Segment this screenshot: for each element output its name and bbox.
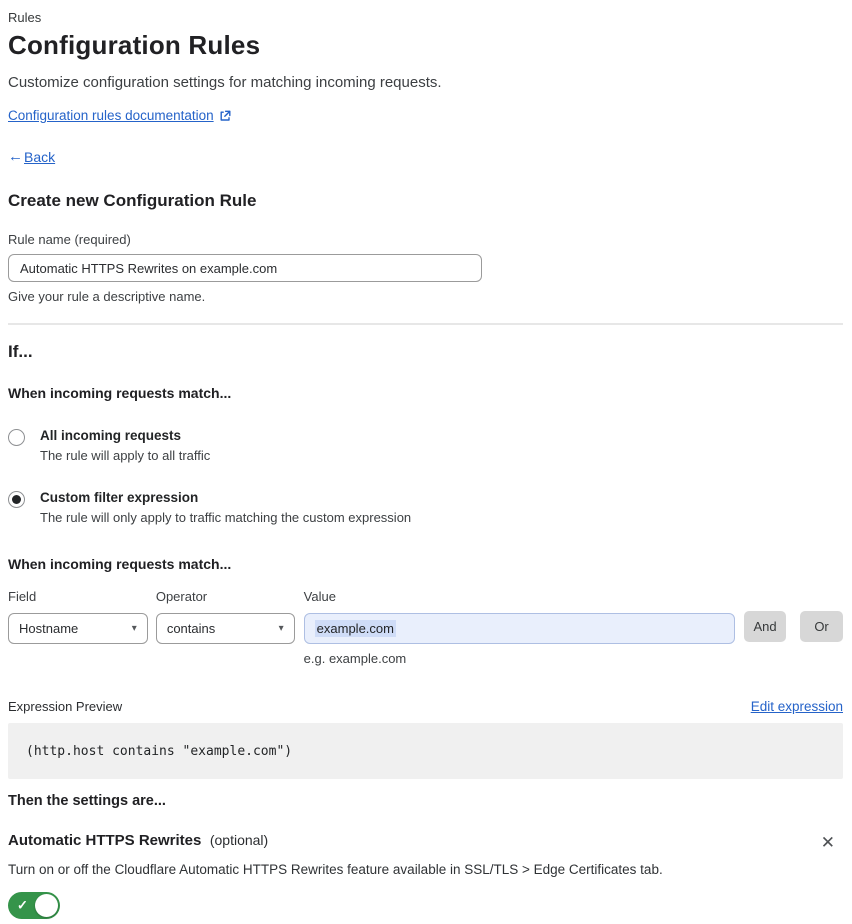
field-select-value: Hostname: [19, 621, 79, 636]
documentation-link[interactable]: Configuration rules documentation: [8, 108, 231, 123]
and-button[interactable]: And: [744, 611, 787, 642]
documentation-link-label: Configuration rules documentation: [8, 108, 214, 123]
close-icon[interactable]: ✕: [817, 832, 839, 853]
value-input-text: example.com: [314, 620, 396, 637]
setting-header: Automatic HTTPS Rewrites (optional) ✕: [8, 832, 843, 853]
radio-option-all-incoming-requests[interactable]: All incoming requests The rule will appl…: [8, 428, 843, 463]
radio-button-icon[interactable]: [8, 491, 25, 508]
operator-label: Operator: [155, 589, 208, 604]
chevron-down-icon: ▾: [278, 623, 284, 634]
field-select[interactable]: Hostname ▾: [8, 613, 148, 644]
value-helper: e.g. example.com: [303, 651, 407, 666]
radio-option-description: The rule will only apply to traffic matc…: [40, 510, 412, 525]
setting-name: Automatic HTTPS Rewrites: [8, 832, 202, 849]
expression-preview-label: Expression Preview: [8, 699, 123, 714]
check-icon: ✓: [17, 897, 28, 913]
radio-option-custom-filter-expression[interactable]: Custom filter expression The rule will o…: [8, 490, 843, 525]
external-link-icon: [220, 110, 231, 121]
section-divider: [8, 323, 843, 325]
field-label: Field: [8, 589, 37, 604]
radio-option-description: The rule will apply to all traffic: [40, 448, 211, 463]
edit-expression-link[interactable]: Edit expression: [751, 699, 843, 714]
expression-code: (http.host contains "example.com"): [26, 743, 293, 759]
setting-description: Turn on or off the Cloudflare Automatic …: [8, 862, 663, 877]
back-arrow-icon: ←: [8, 148, 23, 165]
chevron-down-icon: ▾: [131, 623, 137, 634]
create-rule-heading: Create new Configuration Rule: [8, 191, 257, 210]
setting-optional-label: (optional): [209, 832, 269, 848]
then-settings-heading: Then the settings are...: [8, 793, 166, 809]
expression-builder-row: Field Hostname ▾ Operator contains ▾ Val…: [8, 589, 844, 666]
operator-select[interactable]: contains ▾: [155, 613, 295, 644]
back-link-label: Back: [24, 148, 56, 165]
value-label: Value: [303, 589, 336, 604]
value-input[interactable]: example.com: [303, 613, 736, 644]
radio-button-icon[interactable]: [8, 429, 25, 446]
page-title: Configuration Rules: [8, 30, 261, 60]
radio-option-label: Custom filter expression: [40, 490, 199, 505]
configuration-rules-page: Rules Configuration Rules Customize conf…: [0, 0, 852, 924]
incoming-requests-heading: When incoming requests match...: [8, 385, 232, 401]
page-description: Customize configuration settings for mat…: [8, 74, 442, 91]
rule-name-helper: Give your rule a descriptive name.: [8, 289, 206, 304]
or-button[interactable]: Or: [800, 611, 844, 642]
breadcrumb: Rules: [8, 10, 42, 25]
expression-preview-box: (http.host contains "example.com"): [8, 723, 843, 779]
operator-select-value: contains: [166, 621, 216, 636]
rule-name-label: Rule name (required): [8, 232, 131, 247]
back-link[interactable]: ← Back: [8, 148, 55, 165]
builder-heading: When incoming requests match...: [8, 556, 232, 572]
radio-option-label: All incoming requests: [40, 428, 182, 443]
rule-name-input[interactable]: [8, 254, 482, 282]
if-heading: If...: [8, 342, 33, 361]
